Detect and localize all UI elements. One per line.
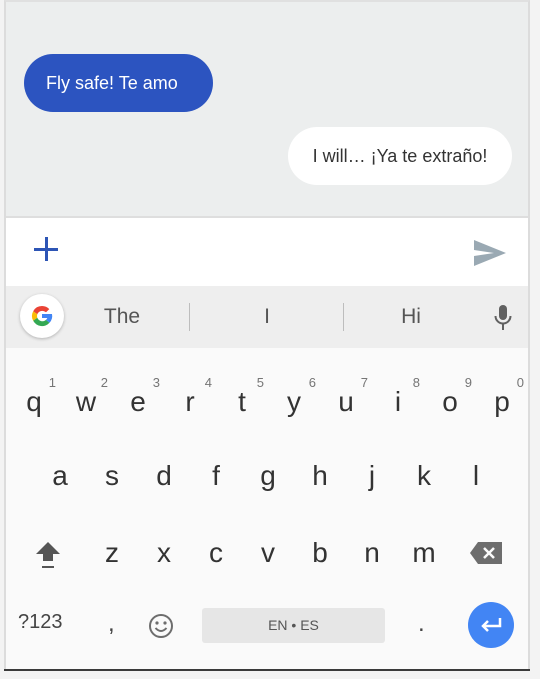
key-l[interactable]: l (450, 446, 502, 506)
send-icon[interactable] (474, 240, 506, 266)
key-a[interactable]: a (34, 446, 86, 506)
suggestion-divider (343, 303, 344, 331)
suggestion-item[interactable]: Hi (346, 286, 476, 348)
microphone-icon[interactable] (494, 305, 512, 331)
google-g-icon[interactable] (20, 294, 64, 338)
key-hint: 8 (412, 375, 420, 390)
message-bubble-incoming[interactable]: Fly safe! Te amo (24, 54, 213, 112)
key-hint: 2 (100, 375, 108, 390)
key-hint: 4 (204, 375, 212, 390)
key-hint: 0 (516, 375, 524, 390)
emoji-icon[interactable] (148, 613, 174, 639)
key-x[interactable]: x (138, 523, 190, 583)
backspace-icon[interactable] (470, 542, 502, 564)
key-label: e (130, 386, 146, 417)
space-bar[interactable]: EN • ES (202, 608, 385, 643)
key-hint: 6 (308, 375, 316, 390)
key-hint: 5 (256, 375, 264, 390)
key-k[interactable]: k (398, 446, 450, 506)
keyboard-row-1: 1q 2w 3e 4r 5t 6y 7u 8i 9o 0p (6, 370, 528, 430)
key-e[interactable]: 3e (112, 370, 164, 430)
symbols-key[interactable]: ?123 (18, 611, 63, 634)
key-u[interactable]: 7u (320, 370, 372, 430)
key-t[interactable]: 5t (216, 370, 268, 430)
key-h[interactable]: h (294, 446, 346, 506)
enter-icon (481, 618, 502, 632)
key-hint: 9 (464, 375, 472, 390)
shift-icon[interactable] (34, 540, 62, 570)
keyboard-row-2: a s d f g h j k l (6, 446, 528, 506)
key-hint: 7 (360, 375, 368, 390)
key-hint: 1 (48, 375, 56, 390)
key-p[interactable]: 0p (476, 370, 528, 430)
message-input[interactable] (76, 230, 450, 276)
key-d[interactable]: d (138, 446, 190, 506)
key-r[interactable]: 4r (164, 370, 216, 430)
phone-screen: Fly safe! Te amo I will… ¡Ya te extraño!… (4, 0, 530, 669)
screen-bottom-edge (4, 669, 530, 671)
suggestion-item[interactable]: I (192, 286, 342, 348)
plus-icon[interactable] (34, 237, 58, 261)
key-z[interactable]: z (86, 523, 138, 583)
key-n[interactable]: n (346, 523, 398, 583)
keyboard: 1q 2w 3e 4r 5t 6y 7u 8i 9o 0p a s d f g … (6, 348, 528, 669)
compose-bar (6, 216, 528, 286)
key-q[interactable]: 1q (8, 370, 60, 430)
key-o[interactable]: 9o (424, 370, 476, 430)
key-label: u (338, 386, 354, 417)
message-bubble-outgoing[interactable]: I will… ¡Ya te extraño! (288, 127, 512, 185)
key-label: y (287, 386, 301, 417)
key-m[interactable]: m (398, 523, 450, 583)
enter-key[interactable] (468, 602, 514, 648)
keyboard-row-3: z x c v b n m (6, 523, 528, 583)
key-i[interactable]: 8i (372, 370, 424, 430)
key-b[interactable]: b (294, 523, 346, 583)
key-v[interactable]: v (242, 523, 294, 583)
key-label: p (494, 386, 510, 417)
key-label: t (238, 386, 246, 417)
key-g[interactable]: g (242, 446, 294, 506)
suggestion-item[interactable]: The (72, 286, 172, 348)
key-c[interactable]: c (190, 523, 242, 583)
key-j[interactable]: j (346, 446, 398, 506)
comma-key[interactable]: , (108, 610, 115, 638)
suggestion-divider (189, 303, 190, 331)
key-hint: 3 (152, 375, 160, 390)
key-f[interactable]: f (190, 446, 242, 506)
key-label: o (442, 386, 458, 417)
key-s[interactable]: s (86, 446, 138, 506)
key-y[interactable]: 6y (268, 370, 320, 430)
period-key[interactable]: . (418, 610, 425, 638)
key-label: i (394, 386, 402, 417)
key-w[interactable]: 2w (60, 370, 112, 430)
key-label: q (26, 386, 42, 417)
key-label: w (75, 386, 97, 417)
key-label: r (185, 386, 195, 417)
suggestion-strip: The I Hi (6, 286, 528, 348)
conversation-area: Fly safe! Te amo I will… ¡Ya te extraño! (6, 2, 528, 216)
